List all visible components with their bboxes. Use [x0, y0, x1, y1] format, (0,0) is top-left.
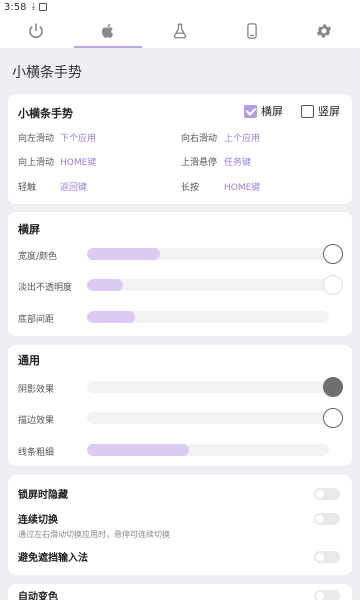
portrait-checkbox[interactable]: 竖屏 — [301, 103, 340, 119]
gesture-row: 向上滑动 HOME键 上滑悬停 任务键 — [18, 155, 342, 169]
opacity-slider[interactable] — [87, 279, 329, 291]
shadow-color-picker[interactable] — [323, 377, 343, 397]
checkbox-unchecked-icon — [301, 104, 314, 118]
slider-label: 底部间距 — [18, 315, 55, 325]
slider-row: 底部间距 — [18, 307, 344, 327]
color-picker[interactable] — [323, 244, 343, 264]
shadow-slider[interactable] — [87, 381, 329, 393]
gesture-card: 小横条手势 横屏 竖屏 向左滑动 下个应用 向右滑动 上个应用 向上滑动 HOM… — [8, 94, 352, 204]
gesture-row: 向左滑动 下个应用 向右滑动 上个应用 — [18, 131, 342, 145]
toggle-row[interactable]: 锁屏时隐藏 — [18, 486, 342, 501]
slider-row: 线条粗细 — [18, 440, 344, 460]
gesture-action-value[interactable]: 任务键 — [224, 155, 251, 168]
gesture-label: 轻触 — [18, 183, 37, 193]
gesture-action-value[interactable]: 下个应用 — [60, 131, 96, 144]
general-card-title: 通用 — [18, 354, 40, 367]
gesture-action-value[interactable]: HOME键 — [60, 155, 96, 168]
slider-label: 宽度/颜色 — [18, 252, 58, 262]
slider-fill — [87, 311, 136, 323]
bottom-margin-slider[interactable] — [87, 311, 329, 323]
auto-color-toggle[interactable] — [314, 590, 340, 600]
slider-fill — [87, 248, 160, 260]
slider-row: 淡出不透明度 — [18, 275, 344, 295]
toggle-label: 自动变色 — [18, 592, 58, 600]
general-card: 通用 阴影效果 描边效果 线条粗细 — [8, 345, 352, 466]
toggle-label: 锁屏时隐藏 — [18, 490, 68, 501]
landscape-card: 横屏 宽度/颜色 淡出不透明度 底部间距 — [8, 212, 352, 336]
stroke-slider[interactable] — [87, 412, 329, 424]
line-thickness-slider[interactable] — [87, 444, 329, 456]
continuous-switch-toggle[interactable] — [314, 513, 340, 525]
orientation-checks: 横屏 竖屏 — [236, 103, 340, 119]
tab-lab[interactable] — [144, 14, 216, 48]
toggle-label: 连续切换 — [18, 515, 58, 526]
gear-icon — [316, 24, 332, 38]
slider-fill — [87, 279, 124, 291]
gesture-label: 长按 — [181, 183, 200, 193]
gesture-label: 上滑悬停 — [181, 158, 218, 168]
toggle-description: 通过左右滑动切换应用时，悬停可连续切换 — [18, 530, 170, 539]
tab-bar — [0, 14, 360, 48]
avoid-ime-toggle[interactable] — [314, 551, 340, 563]
status-bar: 3:58 ⤓ — [0, 0, 360, 14]
power-icon — [29, 23, 43, 39]
gesture-label: 向上滑动 — [18, 158, 55, 168]
auto-color-card: 自动变色 — [8, 584, 352, 600]
width-slider[interactable] — [87, 248, 329, 260]
slider-row: 阴影效果 — [18, 377, 344, 397]
status-time: 3:58 — [4, 1, 27, 13]
stroke-color-picker[interactable] — [323, 408, 343, 428]
tab-apple[interactable] — [72, 14, 144, 48]
slider-row: 宽度/颜色 — [18, 244, 344, 264]
notification-icon — [39, 3, 48, 11]
toggle-row[interactable]: 避免遮挡输入法 — [18, 549, 342, 564]
tab-device[interactable] — [216, 14, 288, 48]
toggle-row[interactable]: 自动变色 — [18, 588, 342, 600]
slider-label: 描边效果 — [18, 416, 55, 426]
flask-icon — [173, 23, 187, 39]
toggles-card: 锁屏时隐藏 连续切换 通过左右滑动切换应用时，悬停可连续切换 避免遮挡输入法 — [8, 475, 352, 575]
download-icon: ⤓ — [31, 2, 36, 12]
fade-color-picker[interactable] — [323, 275, 343, 295]
slider-label: 阴影效果 — [18, 385, 55, 395]
slider-row: 描边效果 — [18, 408, 344, 428]
tab-power[interactable] — [0, 14, 72, 48]
gesture-action-value[interactable]: 返回键 — [60, 180, 87, 193]
slider-label: 淡出不透明度 — [18, 283, 73, 293]
page-title: 小横条手势 — [12, 65, 82, 81]
portrait-checkbox-label: 竖屏 — [318, 105, 340, 118]
slider-fill — [87, 444, 189, 456]
landscape-card-title: 横屏 — [18, 223, 40, 236]
gesture-label: 向左滑动 — [18, 134, 55, 144]
gesture-card-title: 小横条手势 — [18, 107, 73, 120]
gesture-action-value[interactable]: HOME键 — [224, 180, 260, 193]
hide-on-lock-toggle[interactable] — [314, 488, 340, 500]
slider-label: 线条粗细 — [18, 448, 55, 458]
checkbox-checked-icon — [244, 104, 257, 118]
phone-icon — [247, 23, 257, 39]
gesture-action-value[interactable]: 上个应用 — [224, 131, 260, 144]
tab-settings[interactable] — [288, 14, 360, 48]
apple-icon — [101, 23, 114, 38]
gesture-label: 向右滑动 — [181, 134, 218, 144]
toggle-label: 避免遮挡输入法 — [18, 553, 88, 564]
gesture-row: 轻触 返回键 长按 HOME键 — [18, 180, 342, 194]
landscape-checkbox-label: 横屏 — [261, 105, 283, 118]
toggle-row[interactable]: 连续切换 通过左右滑动切换应用时，悬停可连续切换 — [18, 511, 342, 540]
landscape-checkbox[interactable]: 横屏 — [244, 103, 283, 119]
